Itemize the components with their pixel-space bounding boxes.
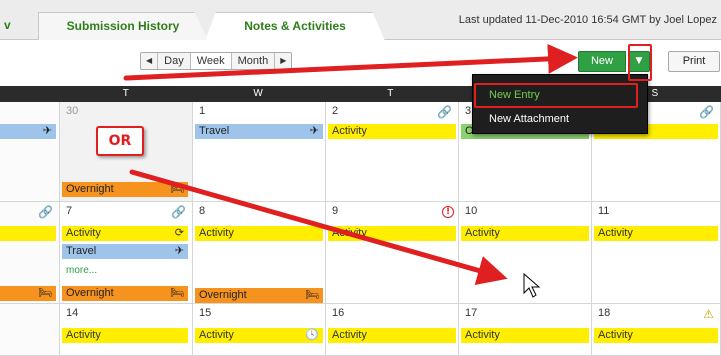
date-number: 16 (332, 307, 345, 319)
event-label: Travel (66, 245, 97, 257)
day-header: T (122, 88, 129, 99)
event-overnight[interactable]: 🛏 (0, 286, 56, 301)
event-label: Activity (66, 227, 101, 239)
highlight-dropdown-box (628, 44, 652, 81)
day-header: W (253, 88, 263, 99)
or-annotation: OR (96, 126, 144, 156)
event-activity[interactable]: Activity (328, 328, 456, 343)
prev-button[interactable]: ◀ (141, 53, 159, 69)
tab-submission-history[interactable]: Submission History (38, 12, 208, 40)
event-overnight[interactable]: Overnight 🛏 (62, 182, 188, 197)
last-updated-text: Last updated 11-Dec-2010 16:54 GMT by Jo… (458, 14, 717, 26)
event-travel[interactable]: Travel ✈ (62, 244, 188, 259)
more-link[interactable]: more... (66, 265, 97, 276)
calendar-cell[interactable]: ✈ (0, 102, 60, 202)
date-number: 7 (66, 205, 73, 217)
tab-notes-activities[interactable]: Notes & Activities (205, 12, 385, 41)
day-header (0, 86, 60, 102)
date-number: 17 (465, 307, 478, 319)
calendar-cell[interactable]: 2 🔗 Activity (326, 102, 459, 202)
date-number: 18 (598, 307, 611, 319)
calendar-cell[interactable]: 7 🔗 Activity ⟳ Travel ✈ more... Overnigh… (60, 202, 193, 304)
event-activity[interactable]: Activity (594, 328, 718, 343)
calendar-cell[interactable]: 8 Activity Overnight 🛏 (193, 202, 326, 304)
view-switcher: ◀ Day Week Month ▶ (140, 52, 293, 70)
event-label: Overnight (199, 289, 247, 301)
paperclip-icon: 🔗 (699, 105, 714, 119)
date-number: 8 (199, 205, 206, 217)
bed-icon: 🛏 (170, 287, 184, 299)
event-activity[interactable]: Activity (195, 226, 323, 241)
event-label: Overnight (66, 183, 114, 195)
date-number: 30 (66, 105, 79, 117)
event-activity[interactable] (0, 226, 56, 241)
refresh-icon: ⟳ (174, 227, 184, 239)
print-button[interactable]: Print (668, 51, 720, 72)
calendar-cell[interactable]: 1 Travel ✈ (193, 102, 326, 202)
event-overnight[interactable]: Overnight 🛏 (62, 286, 188, 301)
calendar-cell[interactable]: 14 Activity (60, 304, 193, 356)
event-travel[interactable]: Travel ✈ (195, 124, 323, 139)
plane-icon: ✈ (42, 125, 52, 137)
event-label: Overnight (66, 287, 114, 299)
event-overnight[interactable]: Overnight 🛏 (195, 288, 323, 303)
plane-icon: ✈ (174, 245, 184, 257)
event-activity[interactable]: Activity (328, 226, 456, 241)
event-travel[interactable]: ✈ (0, 124, 56, 139)
tab-strip: v Submission History Notes & Activities … (0, 0, 721, 41)
date-number: 14 (66, 307, 79, 319)
event-activity[interactable]: Activity (461, 226, 589, 241)
date-number: 3 (465, 105, 472, 117)
paperclip-icon: 🔗 (171, 205, 186, 219)
event-activity[interactable]: Activity (62, 328, 188, 343)
plane-icon: ✈ (309, 125, 319, 137)
date-number: 1 (199, 105, 206, 117)
bed-icon: 🛏 (170, 183, 184, 195)
event-activity[interactable]: Activity (461, 328, 589, 343)
event-label: Activity (199, 329, 234, 341)
tab-partial[interactable]: v (4, 12, 34, 40)
highlight-new-entry-box (474, 83, 638, 108)
bed-icon: 🛏 (305, 289, 319, 301)
month-view-button[interactable]: Month (232, 53, 276, 69)
menu-item-new-attachment[interactable]: New Attachment (473, 107, 649, 131)
clock-icon: 🕓 (305, 329, 319, 341)
calendar-cell[interactable]: 11 Activity (592, 202, 721, 304)
date-number: 11 (598, 205, 610, 217)
calendar-cell[interactable]: 🔗 🛏 (0, 202, 60, 304)
calendar-cell[interactable]: 9 ! Activity (326, 202, 459, 304)
event-activity[interactable]: Activity 🕓 (195, 328, 323, 343)
calendar-cell[interactable]: 18 ⚠ Activity (592, 304, 721, 356)
week-view-button[interactable]: Week (190, 53, 232, 69)
date-number: 15 (199, 307, 212, 319)
day-view-button[interactable]: Day (158, 53, 191, 69)
day-header: T (387, 88, 394, 99)
warning-icon: ⚠ (703, 307, 714, 321)
paperclip-icon: 🔗 (437, 105, 452, 119)
event-activity[interactable]: Activity (328, 124, 456, 139)
date-number: 10 (465, 205, 478, 217)
next-button[interactable]: ▶ (275, 53, 291, 69)
calendar-cell[interactable] (0, 304, 60, 356)
calendar-cell[interactable]: 15 Activity 🕓 (193, 304, 326, 356)
alert-icon: ! (442, 206, 454, 218)
bed-icon: 🛏 (38, 287, 52, 299)
calendar-cell[interactable]: 17 Activity (459, 304, 592, 356)
event-label: Travel (199, 125, 230, 137)
event-activity[interactable]: Activity ⟳ (62, 226, 188, 241)
date-number: 2 (332, 105, 339, 117)
calendar-cell[interactable]: 16 Activity (326, 304, 459, 356)
paperclip-icon: 🔗 (38, 205, 53, 219)
event-activity[interactable]: Activity (594, 226, 718, 241)
date-number: 9 (332, 205, 339, 217)
calendar-cell[interactable]: 10 Activity (459, 202, 592, 304)
new-button[interactable]: New (578, 51, 626, 72)
